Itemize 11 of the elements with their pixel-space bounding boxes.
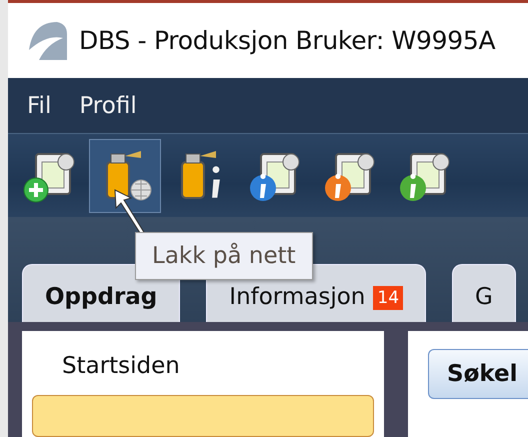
- tab[interactable]: G: [452, 264, 516, 322]
- count-badge: 14: [373, 286, 404, 310]
- toolbar-button[interactable]: [89, 138, 161, 213]
- search-button[interactable]: Søkel: [428, 349, 528, 399]
- tooltip: Lakk på nett: [135, 232, 313, 280]
- tab[interactable]: Oppdrag: [22, 264, 180, 322]
- menu-item[interactable]: Profil: [79, 92, 137, 119]
- menu-item[interactable]: Fil: [27, 92, 52, 119]
- sidebar-item[interactable]: Startsiden: [32, 353, 374, 379]
- app-logo-icon: [27, 20, 69, 60]
- window-title: DBS - Produksjon Bruker: W9995A: [79, 26, 496, 55]
